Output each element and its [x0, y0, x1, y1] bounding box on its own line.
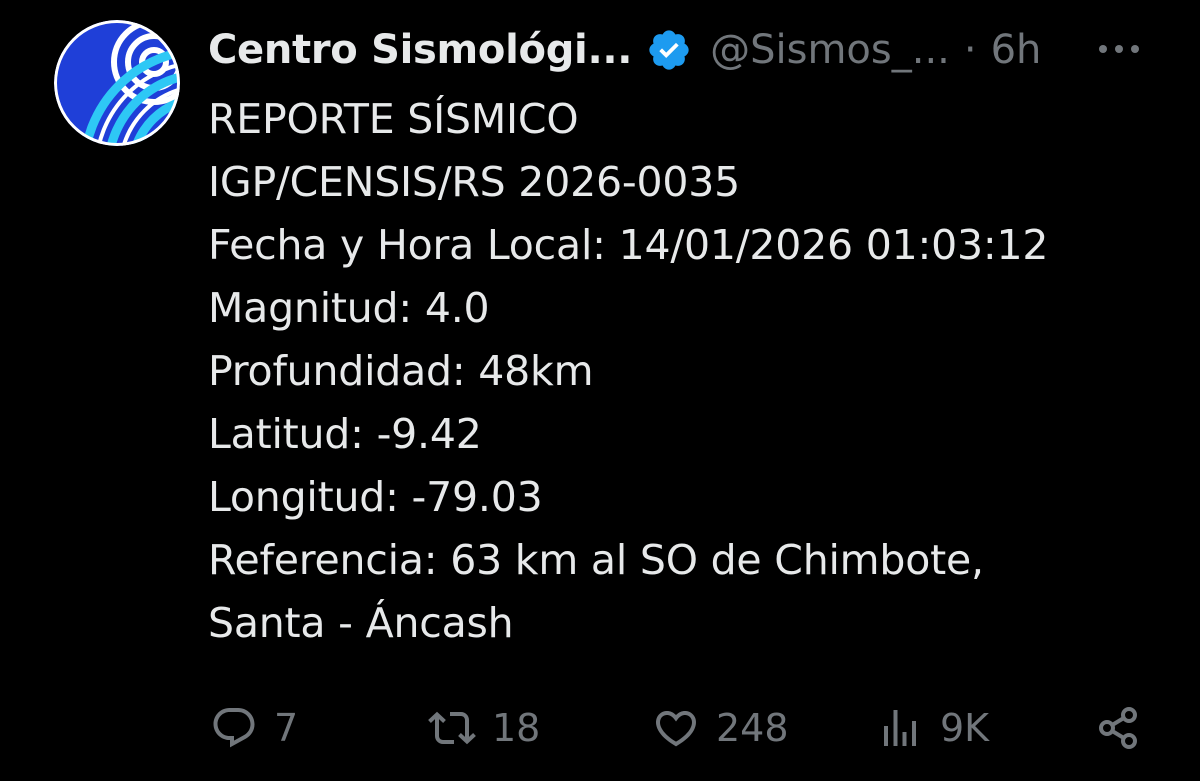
tweet-line-report-id: IGP/CENSIS/RS 2026-0035: [208, 158, 740, 206]
avatar[interactable]: [54, 20, 180, 146]
views-chart-icon: [884, 710, 916, 746]
tweet-timestamp[interactable]: 6h: [991, 27, 1042, 73]
seismology-logo-icon: [54, 20, 180, 146]
tweet-text: REPORTE SÍSMICO IGP/CENSIS/RS 2026-0035 …: [208, 88, 1168, 655]
retweet-count: 18: [492, 706, 541, 750]
share-button[interactable]: [1094, 698, 1142, 758]
tweet-header: Centro Sismológi... @Sismos_... · 6h: [208, 22, 1168, 78]
tweet-line-reference: Referencia: 63 km al SO de Chimbote,: [208, 536, 984, 584]
share-icon: [1099, 707, 1137, 749]
separator-dot: ·: [963, 27, 977, 73]
tweet-line-longitude: Longitud: -79.03: [208, 473, 543, 521]
more-horizontal-icon[interactable]: [1096, 36, 1142, 62]
views-button[interactable]: 9K: [876, 698, 989, 758]
tweet-actions: 7 18 248 9K: [0, 698, 1200, 758]
verified-badge-icon[interactable]: [646, 27, 692, 73]
tweet-line-magnitude: Magnitud: 4.0: [208, 284, 490, 332]
tweet[interactable]: Centro Sismológi... @Sismos_... · 6h REP…: [0, 0, 1200, 781]
reply-button[interactable]: 7: [210, 698, 298, 758]
tweet-line-depth: Profundidad: 48km: [208, 347, 594, 395]
heart-icon: [655, 711, 697, 747]
views-count: 9K: [940, 706, 990, 750]
tweet-line-title: REPORTE SÍSMICO: [208, 95, 579, 143]
like-count: 248: [716, 706, 789, 750]
reply-icon: [213, 708, 255, 748]
tweet-line-datetime: Fecha y Hora Local: 14/01/2026 01:03:12: [208, 221, 1049, 269]
tweet-line-latitude: Latitud: -9.42: [208, 410, 482, 458]
author-handle[interactable]: @Sismos_...: [710, 27, 950, 73]
tweet-line-reference-cont: Santa - Áncash: [208, 599, 514, 647]
author-name[interactable]: Centro Sismológi...: [208, 27, 632, 73]
retweet-icon: [428, 711, 476, 745]
retweet-button[interactable]: 18: [428, 698, 540, 758]
like-button[interactable]: 248: [652, 698, 789, 758]
reply-count: 7: [274, 706, 299, 750]
